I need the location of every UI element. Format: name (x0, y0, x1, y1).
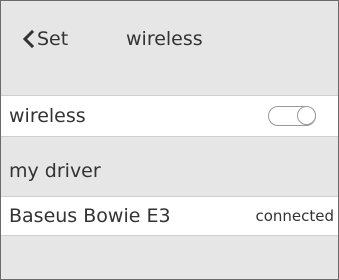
device-row[interactable]: Baseus Bowie E3 connected (1, 196, 338, 236)
navigation-bar: Set wireless (1, 1, 338, 67)
back-button-label: Set (37, 28, 69, 50)
settings-screen: Set wireless wireless my driver Baseus B… (0, 0, 339, 280)
wireless-setting-row: wireless (1, 95, 338, 137)
wireless-setting-label: wireless (9, 105, 86, 127)
wireless-toggle[interactable] (268, 106, 316, 126)
back-button[interactable]: Set (21, 25, 68, 53)
device-status: connected (255, 207, 334, 225)
my-devices-section-header: my driver (9, 160, 101, 182)
page-title: wireless (126, 28, 203, 50)
chevron-left-icon (22, 29, 35, 49)
toggle-knob (297, 106, 316, 125)
device-name: Baseus Bowie E3 (9, 205, 171, 227)
